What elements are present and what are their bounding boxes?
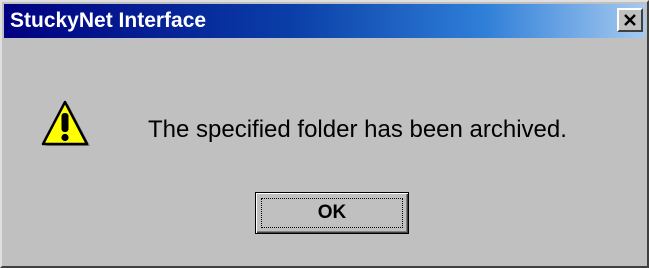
window-title: StuckyNet Interface (10, 9, 207, 32)
dialog-message: The specified folder has been archived. (148, 116, 567, 143)
close-icon (624, 14, 636, 26)
ok-button-label: OK (317, 202, 347, 223)
titlebar[interactable]: StuckyNet Interface (4, 4, 645, 38)
ok-button[interactable]: OK (255, 192, 409, 234)
close-button[interactable] (617, 8, 643, 32)
message-dialog: StuckyNet Interface The specified folder… (0, 0, 649, 268)
warning-icon (41, 100, 90, 146)
